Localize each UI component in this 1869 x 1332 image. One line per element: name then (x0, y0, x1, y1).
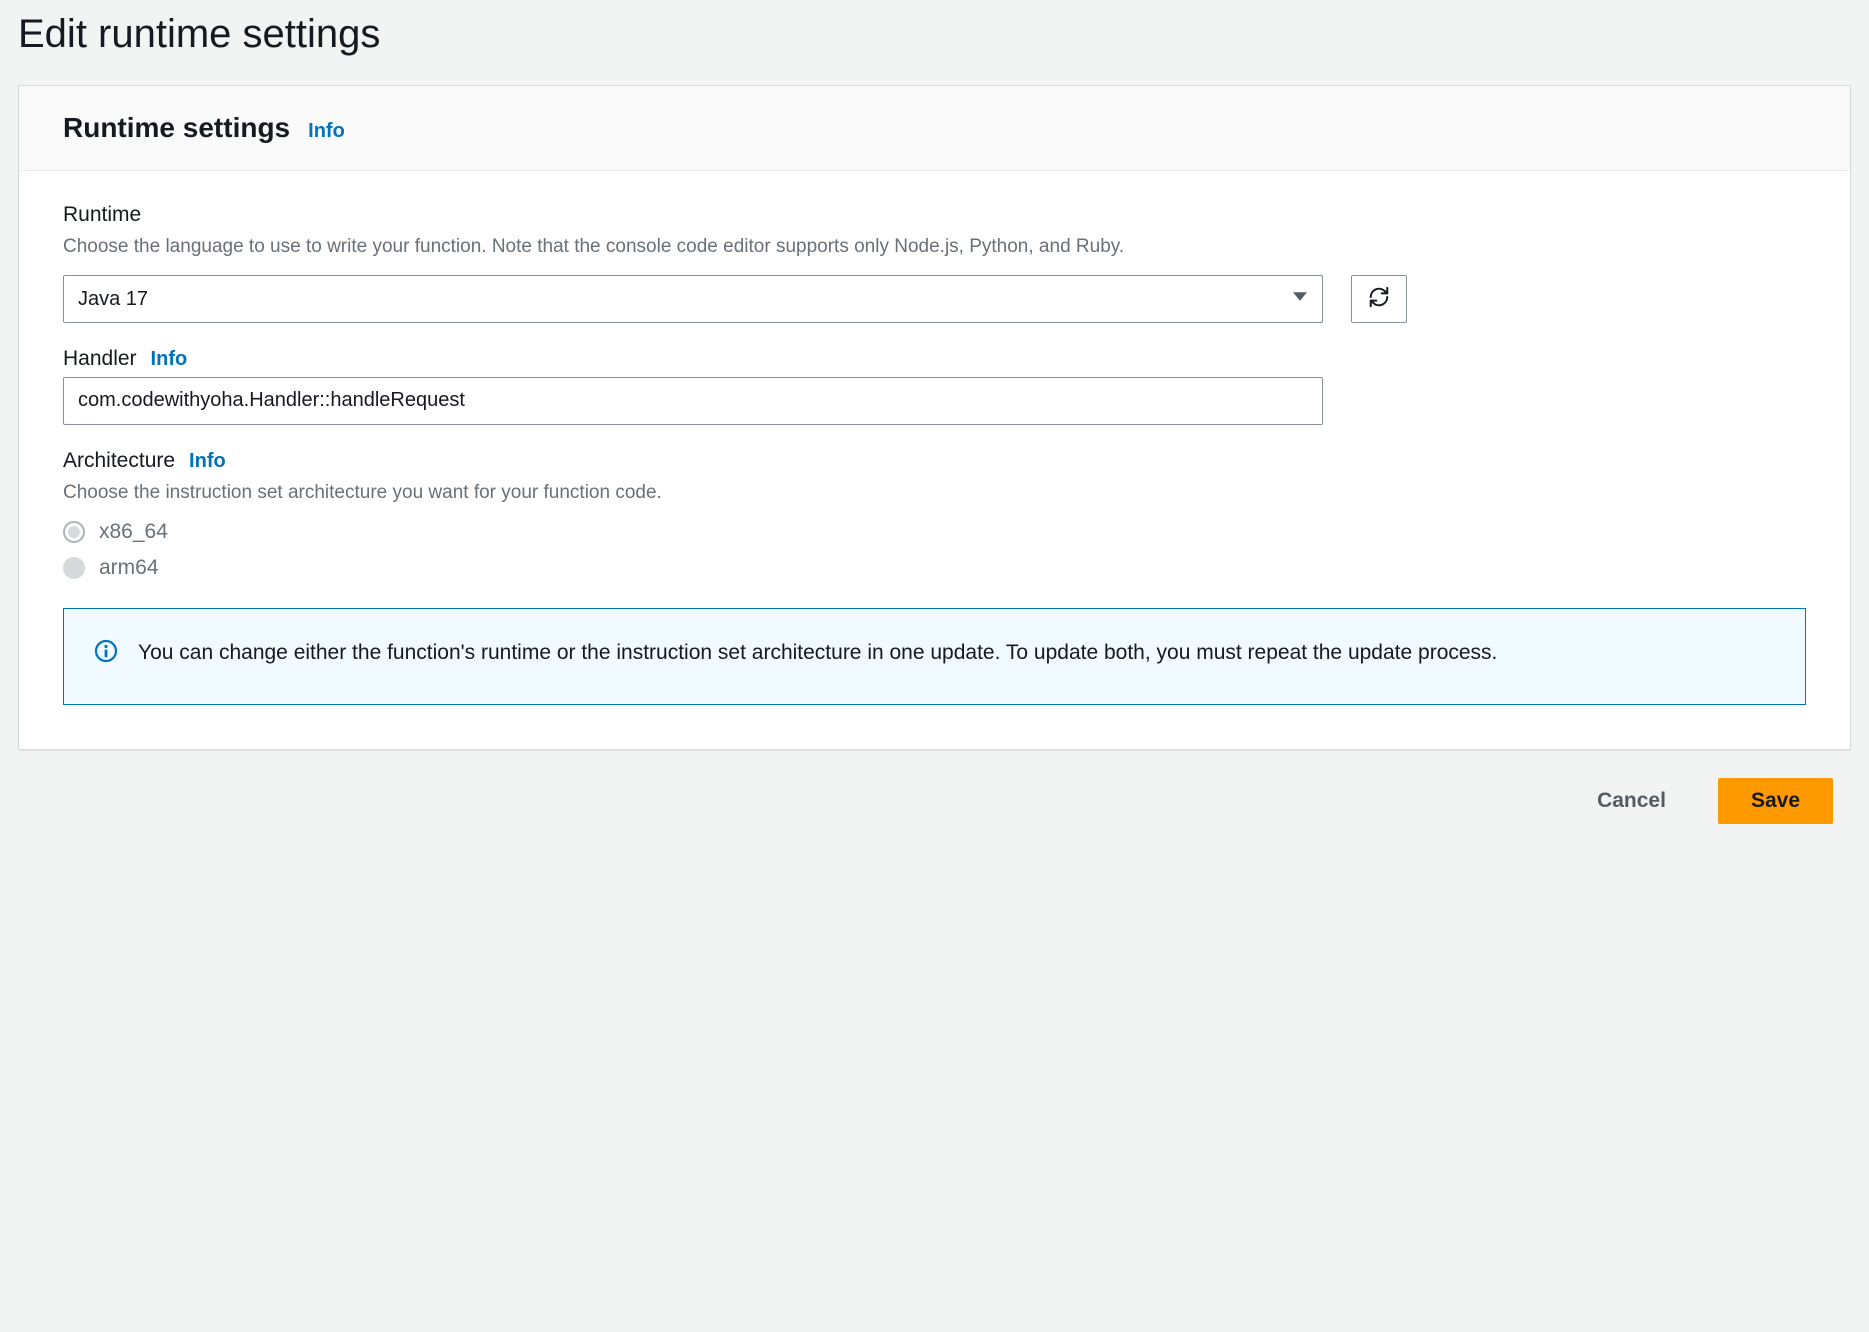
architecture-field: Architecture Info Choose the instruction… (63, 449, 1806, 581)
runtime-settings-panel: Runtime settings Info Runtime Choose the… (18, 85, 1851, 750)
radio-icon (63, 557, 85, 579)
save-button[interactable]: Save (1718, 778, 1833, 824)
refresh-icon (1368, 286, 1390, 311)
panel-info-link[interactable]: Info (308, 120, 345, 143)
panel-header: Runtime settings Info (19, 86, 1850, 171)
cancel-button[interactable]: Cancel (1565, 778, 1698, 824)
panel-title: Runtime settings (63, 112, 290, 144)
handler-label: Handler (63, 347, 137, 371)
radio-label-x86_64: x86_64 (99, 520, 168, 544)
runtime-select[interactable]: Java 17 (63, 275, 1323, 323)
refresh-button[interactable] (1351, 275, 1407, 323)
runtime-label: Runtime (63, 203, 141, 227)
handler-info-link[interactable]: Info (151, 348, 188, 371)
radio-icon (63, 521, 85, 543)
handler-field: Handler Info (63, 347, 1806, 425)
footer-actions: Cancel Save (18, 750, 1851, 824)
architecture-hint: Choose the instruction set architecture … (63, 479, 1806, 507)
architecture-label: Architecture (63, 449, 175, 473)
info-alert-text: You can change either the function's run… (138, 637, 1497, 670)
radio-label-arm64: arm64 (99, 556, 159, 580)
info-icon (94, 639, 118, 663)
runtime-hint: Choose the language to use to write your… (63, 233, 1806, 261)
architecture-radio-arm64[interactable]: arm64 (63, 556, 1806, 580)
handler-input[interactable] (63, 377, 1323, 425)
info-alert: You can change either the function's run… (63, 608, 1806, 705)
architecture-radio-x86_64[interactable]: x86_64 (63, 520, 1806, 544)
page-title: Edit runtime settings (18, 0, 1851, 85)
runtime-field: Runtime Choose the language to use to wr… (63, 203, 1806, 323)
architecture-info-link[interactable]: Info (189, 450, 226, 473)
